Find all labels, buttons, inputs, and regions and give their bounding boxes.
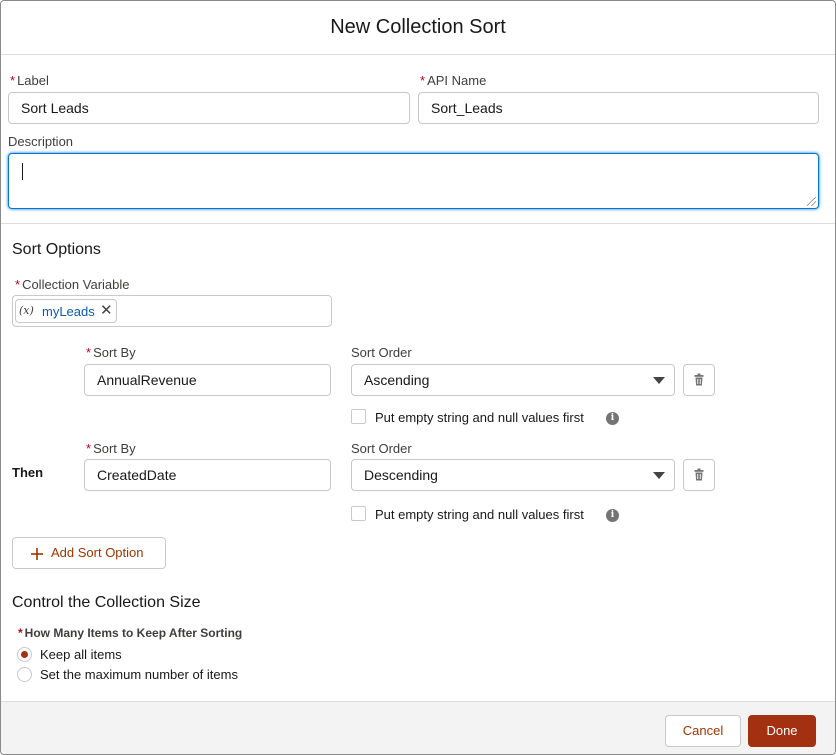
nulls-first-label-1: Put empty string and null values first [375,410,584,425]
add-sort-option-button[interactable]: Add Sort Option [12,537,166,569]
pill-label: myLeads [42,304,95,319]
sort-by-label: * Sort By [86,345,136,360]
resize-handle-icon[interactable] [807,197,816,206]
required-marker: * [18,626,23,640]
collection-sort-modal: New Collection Sort * Label Sort Leads * A… [0,0,836,755]
sort-by-label: * Sort By [86,441,136,456]
nulls-first-checkbox-1[interactable] [351,409,366,424]
nulls-first-label-2: Put empty string and null values first [375,507,584,522]
description-textarea[interactable] [8,153,819,209]
delete-sort-option-button-2[interactable] [683,459,715,491]
required-marker: * [420,73,426,88]
section-divider [1,223,835,224]
label-field-label: * Label [10,73,49,88]
sort-order-select-1[interactable]: Ascending [351,364,675,396]
set-max-items-label: Set the maximum number of items [40,667,238,682]
sort-by-field-1[interactable]: AnnualRevenue [84,364,331,396]
sort-order-label: Sort Order [351,441,412,456]
add-sort-option-label: Add Sort Option [51,545,144,560]
trash-icon [694,373,704,386]
cancel-button[interactable]: Cancel [665,715,741,747]
collection-variable-pill[interactable]: (x) myLeads ✕ [15,299,117,323]
api-name-field-label: * API Name [420,73,487,88]
chevron-down-icon [653,377,665,384]
info-icon[interactable]: i [606,509,619,522]
nulls-first-checkbox-2[interactable] [351,506,366,521]
set-max-items-radio[interactable] [17,667,32,682]
sort-by-field-2[interactable]: CreatedDate [84,459,331,491]
modal-header: New Collection Sort [1,1,835,55]
required-marker: * [86,441,92,456]
required-marker: * [10,73,16,88]
required-marker: * [15,277,21,292]
collection-size-title: Control the Collection Size [12,594,201,611]
chevron-down-icon [653,472,665,479]
description-label: Description [8,134,74,149]
variable-icon: (x) [19,304,34,317]
modal-footer: Cancel Done [1,701,835,754]
info-icon[interactable]: i [606,412,619,425]
keep-all-items-radio[interactable] [17,647,32,662]
keep-all-items-label: Keep all items [40,647,122,662]
add-icon [31,548,43,560]
sort-order-value: Ascending [364,372,430,388]
done-button[interactable]: Done [748,715,816,747]
sort-order-label: Sort Order [351,345,412,360]
delete-sort-option-button-1[interactable] [683,364,715,396]
sort-order-value: Descending [364,467,438,483]
sort-options-title: Sort Options [12,241,101,258]
api-name-input[interactable]: Sort_Leads [418,92,819,124]
trash-icon [694,468,704,481]
then-label: Then [12,465,44,480]
items-to-keep-label: * How Many Items to Keep After Sorting [18,626,243,640]
label-input[interactable]: Sort Leads [8,92,410,124]
modal-title: New Collection Sort [330,16,506,38]
text-caret [22,163,23,180]
required-marker: * [86,345,92,360]
collection-variable-label: * Collection Variable [15,277,130,292]
sort-order-select-2[interactable]: Descending [351,459,675,491]
close-icon[interactable]: ✕ [100,302,113,320]
